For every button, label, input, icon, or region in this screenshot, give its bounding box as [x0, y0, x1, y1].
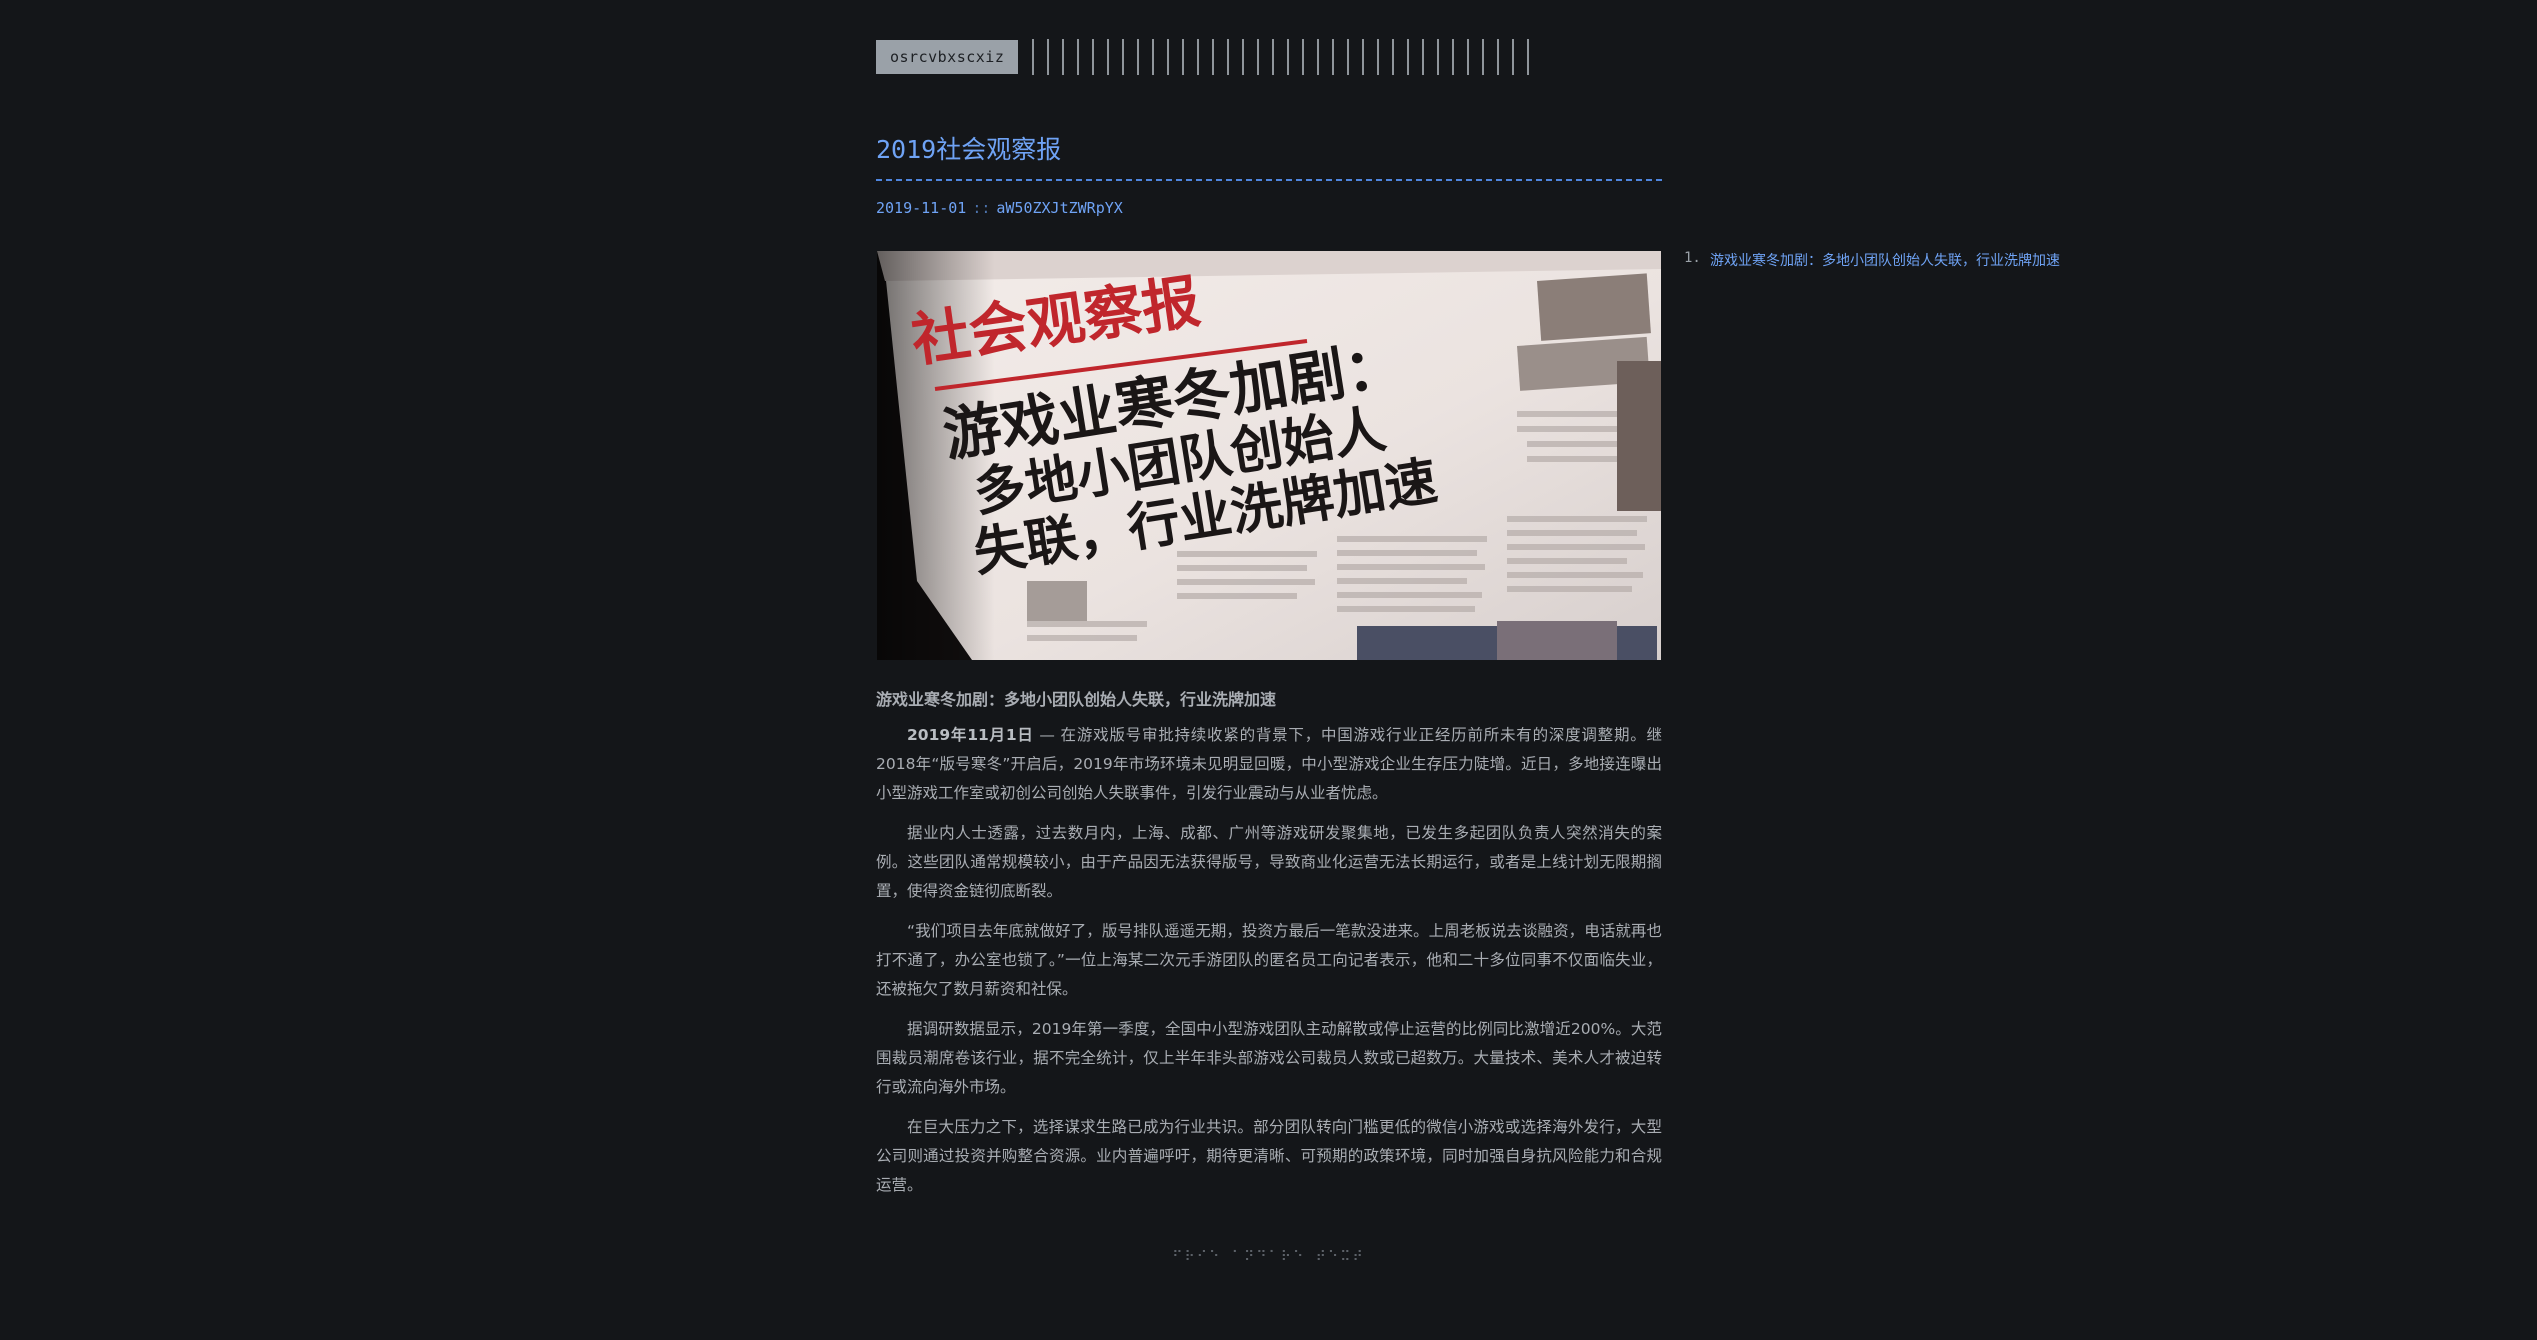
nav-item[interactable] — [1272, 39, 1275, 75]
nav-item[interactable] — [1347, 39, 1350, 75]
article-body: 游戏业寒冬加剧：多地小团队创始人失联，行业洗牌加速 2019年11月1日 — 在… — [876, 687, 1662, 1211]
nav-item[interactable] — [1152, 39, 1155, 75]
dateline: 2019年11月1日 — [907, 726, 1034, 744]
main-nav — [1032, 39, 1542, 75]
nav-item[interactable] — [1212, 39, 1215, 75]
nav-item[interactable] — [1422, 39, 1425, 75]
post-title[interactable]: 2019社会观察报 — [876, 130, 1662, 166]
cover-image: 社会观察报 游戏业寒冬加剧： 多地小团队创始人 失联，行业洗牌加速 — [877, 251, 1661, 660]
nav-item[interactable] — [1452, 39, 1455, 75]
nav-item[interactable] — [1062, 39, 1065, 75]
nav-item[interactable] — [1107, 39, 1110, 75]
nav-item[interactable] — [1032, 39, 1035, 75]
post-author[interactable]: aW50ZXJtZWRpYX — [996, 199, 1122, 217]
title-divider — [876, 179, 1662, 181]
site-logo[interactable]: osrcvbxscxiz — [876, 40, 1019, 74]
post-date: 2019-11-01 — [876, 199, 967, 217]
nav-item[interactable] — [1122, 39, 1125, 75]
nav-item[interactable] — [1167, 39, 1170, 75]
nav-item[interactable] — [1512, 39, 1515, 75]
article-paragraph-2: 据业内人士透露，过去数月内，上海、成都、广州等游戏研发聚集地，已发生多起团队负责… — [876, 824, 1662, 900]
nav-item[interactable] — [1497, 39, 1500, 75]
table-of-contents: 1. 游戏业寒冬加剧：多地小团队创始人失联，行业洗牌加速 — [1684, 250, 2060, 270]
article-paragraph-1: 2019年11月1日 — 在游戏版号审批持续收紧的背景下，中国游戏行业正经历前所… — [876, 721, 1662, 808]
nav-item[interactable] — [1077, 39, 1080, 75]
nav-item[interactable] — [1392, 39, 1395, 75]
newspaper-photo: 社会观察报 游戏业寒冬加剧： 多地小团队创始人 失联，行业洗牌加速 — [877, 251, 1661, 660]
site-header: osrcvbxscxiz — [876, 38, 1542, 76]
nav-item[interactable] — [1332, 39, 1335, 75]
nav-item[interactable] — [1362, 39, 1365, 75]
toc-item: 1. 游戏业寒冬加剧：多地小团队创始人失联，行业洗牌加速 — [1684, 250, 2060, 270]
nav-item[interactable] — [1182, 39, 1185, 75]
article-paragraph-4: 据调研数据显示，2019年第一季度，全国中小型游戏团队主动解散或停止运营的比例同… — [876, 1020, 1662, 1096]
article-heading: 游戏业寒冬加剧：多地小团队创始人失联，行业洗牌加速 — [876, 690, 1277, 709]
nav-item[interactable] — [1317, 39, 1320, 75]
toc-item-link[interactable]: 游戏业寒冬加剧：多地小团队创始人失联，行业洗牌加速 — [1710, 250, 2060, 270]
site-footer: ⠋⠗⠊⠑ ⠁⠝⠙⠁⠗⠑ ⠞⠑⠭⠞ — [1172, 1249, 1365, 1265]
nav-item[interactable] — [1257, 39, 1260, 75]
nav-item[interactable] — [1407, 39, 1410, 75]
nav-item[interactable] — [1302, 39, 1305, 75]
page: osrcvbxscxiz 2019社会观察报 2019-11-01:: aW50Z… — [0, 0, 2537, 1340]
nav-item[interactable] — [1527, 39, 1530, 75]
nav-item[interactable] — [1227, 39, 1230, 75]
article-paragraph-5: 在巨大压力之下，选择谋求生路已成为行业共识。部分团队转向门槛更低的微信小游戏或选… — [876, 1118, 1662, 1194]
meta-separator: :: — [972, 199, 991, 217]
nav-item[interactable] — [1137, 39, 1140, 75]
post-meta: 2019-11-01:: aW50ZXJtZWRpYX — [876, 199, 1123, 217]
nav-item[interactable] — [1197, 39, 1200, 75]
nav-item[interactable] — [1092, 39, 1095, 75]
nav-item[interactable] — [1467, 39, 1470, 75]
nav-item[interactable] — [1437, 39, 1440, 75]
nav-item[interactable] — [1482, 39, 1485, 75]
nav-item[interactable] — [1377, 39, 1380, 75]
nav-item[interactable] — [1242, 39, 1245, 75]
toc-item-number: 1. — [1684, 250, 1701, 266]
nav-item[interactable] — [1047, 39, 1050, 75]
nav-item[interactable] — [1287, 39, 1290, 75]
article-paragraph-3: “我们项目去年底就做好了，版号排队遥遥无期，投资方最后一笔款没进来。上周老板说去… — [876, 922, 1662, 998]
